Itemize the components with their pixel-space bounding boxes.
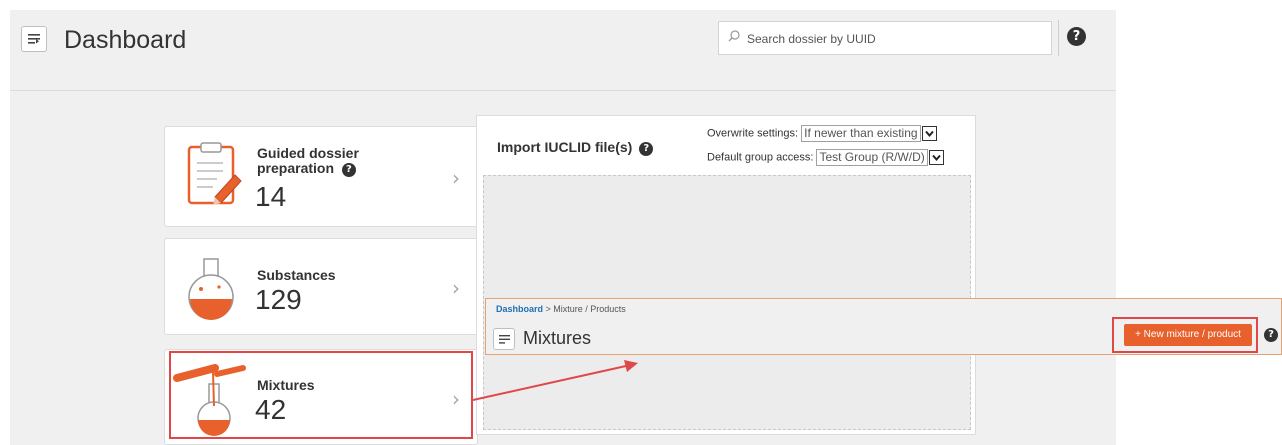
card-label: Guided dossier <box>257 145 359 161</box>
page-title: Mixtures <box>523 328 592 348</box>
overwrite-settings: Overwrite settings: If newer than existi… <box>707 125 937 142</box>
substances-card[interactable]: Substances 129 › <box>164 238 478 335</box>
help-icon[interactable]: ? <box>639 142 654 156</box>
chevron-down-icon[interactable] <box>921 126 937 141</box>
card-count: 42 <box>255 394 287 425</box>
help-icon[interactable]: ? <box>341 163 356 177</box>
group-access-select[interactable]: Test Group (R/W/D) <box>816 149 928 166</box>
card-label: preparation ? <box>257 160 356 178</box>
menu-icon <box>498 334 510 344</box>
overwrite-select[interactable]: If newer than existing <box>801 125 921 142</box>
header-divider <box>1058 20 1059 56</box>
guided-dossier-card[interactable]: Guided dossier preparation ? 14 › <box>164 126 478 227</box>
search-icon <box>728 30 740 42</box>
breadcrumb-current: > Mixture / Products <box>543 304 626 314</box>
chevron-down-icon[interactable] <box>928 150 944 165</box>
group-access-label: Default group access: <box>707 151 814 164</box>
card-count: 14 <box>255 181 287 212</box>
menu-toggle-button[interactable] <box>21 26 47 52</box>
chevron-right-icon: › <box>452 166 460 190</box>
chevron-right-icon: › <box>452 387 460 411</box>
clipboard-pencil-icon <box>187 142 242 205</box>
mixing-flasks-icon <box>173 364 246 436</box>
search-box[interactable] <box>718 21 1052 55</box>
new-mixture-button[interactable]: + New mixture / product <box>1124 324 1252 346</box>
card-label: Mixtures <box>257 377 315 393</box>
help-icon[interactable]: ? <box>1264 328 1278 342</box>
breadcrumb: Dashboard > Mixture / Products <box>496 304 626 314</box>
search-input[interactable] <box>745 28 1044 50</box>
card-label-line2: preparation <box>257 160 335 176</box>
page-title: Dashboard <box>64 26 187 54</box>
breadcrumb-link-dashboard[interactable]: Dashboard <box>496 304 543 314</box>
menu-icon <box>28 34 40 44</box>
menu-toggle-button[interactable] <box>493 328 515 350</box>
group-access-settings: Default group access: Test Group (R/W/D) <box>707 149 944 166</box>
help-icon[interactable]: ? <box>1067 27 1086 46</box>
import-panel: Import IUCLID file(s) ? Overwrite settin… <box>476 115 976 435</box>
mixtures-card[interactable]: Mixtures 42 › <box>164 349 478 445</box>
import-title: Import IUCLID file(s) ? <box>497 139 654 157</box>
flask-icon <box>188 258 234 320</box>
overwrite-label: Overwrite settings: <box>707 127 799 140</box>
top-bar: Dashboard ? <box>10 10 1116 91</box>
card-count: 129 <box>255 284 302 315</box>
import-title-text: Import IUCLID file(s) <box>497 139 633 155</box>
chevron-right-icon: › <box>452 276 460 300</box>
card-label: Substances <box>257 267 336 283</box>
